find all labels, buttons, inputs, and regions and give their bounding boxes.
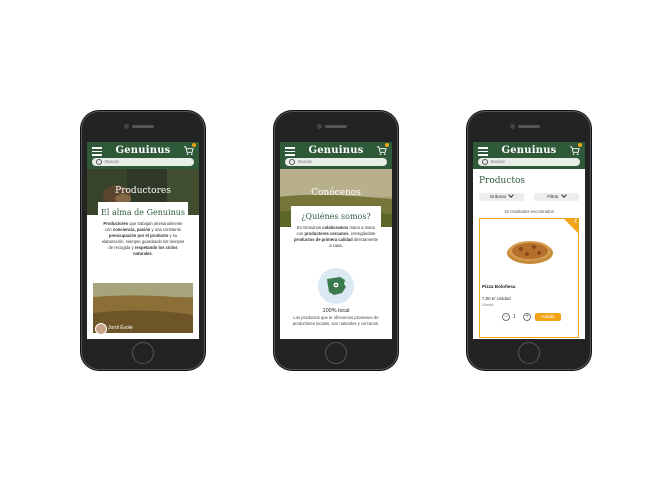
filter-dropdown[interactable]: Filtrar — [534, 192, 579, 201]
search-icon — [289, 159, 295, 165]
card-title: El alma de Genuinus — [101, 208, 185, 217]
screen-conocenos: Genuinus Buscar Conócenos ¿Quiénes somos… — [280, 142, 392, 339]
filter-label: Filtrar — [547, 194, 559, 199]
quantity-value[interactable]: 1 — [513, 313, 516, 321]
front-camera — [510, 124, 515, 129]
intro-card: El alma de Genuinus Productores que trab… — [98, 202, 188, 270]
producer-avatar — [95, 323, 107, 335]
home-button — [132, 342, 154, 364]
product-location: Girona — [482, 303, 494, 307]
sort-dropdown[interactable]: Ordenar — [479, 192, 524, 201]
home-button — [518, 342, 540, 364]
earpiece-speaker — [132, 125, 154, 128]
product-name[interactable]: Pizza Boloñesa — [482, 284, 515, 289]
product-price: 7,80 €/ Unidad — [482, 296, 511, 301]
app-header: Genuinus Buscar — [473, 142, 585, 169]
local-text: Los productos que te ofrecemos provienen… — [292, 315, 380, 326]
chevron-down-icon — [508, 192, 515, 198]
earpiece-speaker — [518, 125, 540, 128]
phone-conocenos: Genuinus Buscar Conócenos ¿Quiénes somos… — [274, 111, 398, 370]
cart-badge — [385, 143, 389, 147]
chevron-down-icon — [560, 192, 567, 198]
quantity-increase-button[interactable]: + — [523, 313, 531, 321]
producer-name[interactable]: Jordi Évole — [108, 325, 133, 331]
cart-badge — [192, 143, 196, 147]
search-input[interactable]: Buscar — [478, 158, 580, 166]
add-to-cart-button[interactable]: Añadir — [535, 313, 561, 321]
search-placeholder: Buscar — [298, 159, 313, 164]
euro-icon: € — [574, 219, 577, 225]
search-input[interactable]: Buscar — [285, 158, 387, 166]
earpiece-speaker — [325, 125, 347, 128]
intro-card: ¿Quiénes somos? En Genuinus colaboramos … — [291, 206, 381, 270]
phone-productores: Genuinus Buscar Productores El alma de G… — [81, 111, 205, 370]
hero-title: Productores — [115, 186, 171, 196]
screen-productos: Genuinus Buscar Productos Ordenar Filtra… — [473, 142, 585, 339]
local-title: 100% local — [322, 308, 350, 314]
card-title: ¿Quiénes somos? — [301, 212, 371, 221]
front-camera — [317, 124, 322, 129]
spain-map-badge — [318, 268, 354, 304]
phone-productos: Genuinus Buscar Productos Ordenar Filtra… — [467, 111, 591, 370]
search-placeholder: Buscar — [105, 159, 120, 164]
pizza-image — [507, 241, 553, 264]
cart-badge — [578, 143, 582, 147]
card-text: Productores que trabajan artesanalmente … — [101, 221, 185, 256]
sort-label: Ordenar — [489, 194, 507, 199]
page-title: Productos — [479, 176, 526, 186]
search-placeholder: Buscar — [491, 159, 506, 164]
front-camera — [124, 124, 129, 129]
results-count: 32 resultados encontrados — [504, 209, 554, 214]
card-text: En Genuinus colaboramos mano a mano con … — [294, 225, 379, 248]
quantity-decrease-button[interactable]: − — [502, 313, 510, 321]
search-icon — [482, 159, 488, 165]
search-input[interactable]: Buscar — [92, 158, 194, 166]
home-button — [325, 342, 347, 364]
app-header: Genuinus Buscar — [280, 142, 392, 169]
hero-title: Conócenos — [311, 188, 361, 198]
screen-productores: Genuinus Buscar Productores El alma de G… — [87, 142, 199, 339]
spain-map-icon — [327, 277, 346, 295]
search-icon — [96, 159, 102, 165]
app-header: Genuinus Buscar — [87, 142, 199, 169]
